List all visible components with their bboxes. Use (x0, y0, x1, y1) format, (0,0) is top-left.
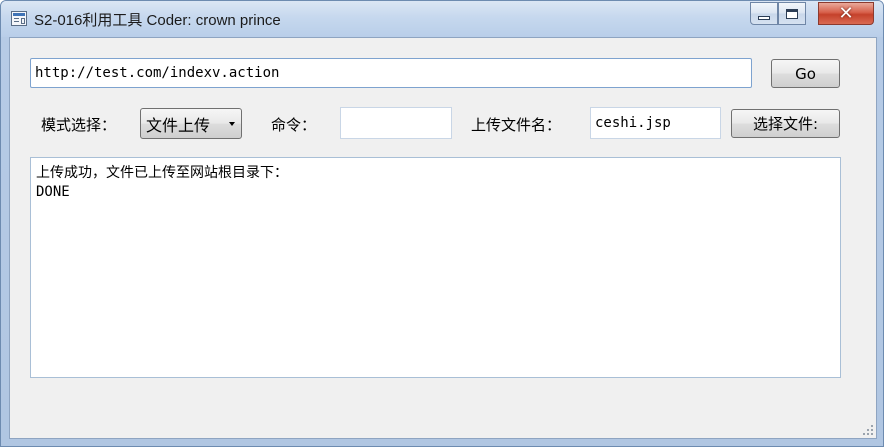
command-input[interactable] (340, 107, 452, 139)
output-line: 上传成功，文件已上传至网站根目录下： (36, 165, 288, 181)
maximize-icon (786, 8, 798, 19)
url-input[interactable]: http://test.com/indexv.action (30, 58, 752, 88)
upload-filename-label: 上传文件名： (471, 116, 562, 134)
choose-file-button[interactable]: 选择文件: (731, 109, 840, 138)
command-label: 命令： (271, 116, 317, 134)
output-line: DONE (36, 184, 70, 200)
close-button[interactable]: ✕ (818, 2, 874, 25)
maximize-button[interactable] (778, 2, 806, 25)
mode-label: 模式选择： (41, 116, 117, 134)
resize-grip-icon[interactable] (863, 425, 874, 436)
window-title: S2-016利用工具 Coder: crown prince (34, 12, 281, 29)
go-button[interactable]: Go (771, 59, 840, 88)
title-bar[interactable]: S2-016利用工具 Coder: crown prince ✕ (1, 1, 883, 37)
mode-select[interactable]: 文件上传 (140, 108, 242, 139)
minimize-icon (758, 15, 770, 20)
minimize-button[interactable] (750, 2, 778, 25)
app-window: S2-016利用工具 Coder: crown prince ✕ http://… (0, 0, 884, 447)
dropdown-arrow-icon (229, 122, 235, 126)
close-icon: ✕ (838, 2, 854, 24)
mode-selected-value: 文件上传 (146, 115, 211, 135)
output-textarea[interactable]: 上传成功，文件已上传至网站根目录下： DONE (30, 157, 841, 378)
upload-filename-input[interactable]: ceshi.jsp (590, 107, 721, 139)
app-icon[interactable] (11, 11, 27, 26)
client-area: http://test.com/indexv.action Go 模式选择： 文… (9, 37, 877, 439)
